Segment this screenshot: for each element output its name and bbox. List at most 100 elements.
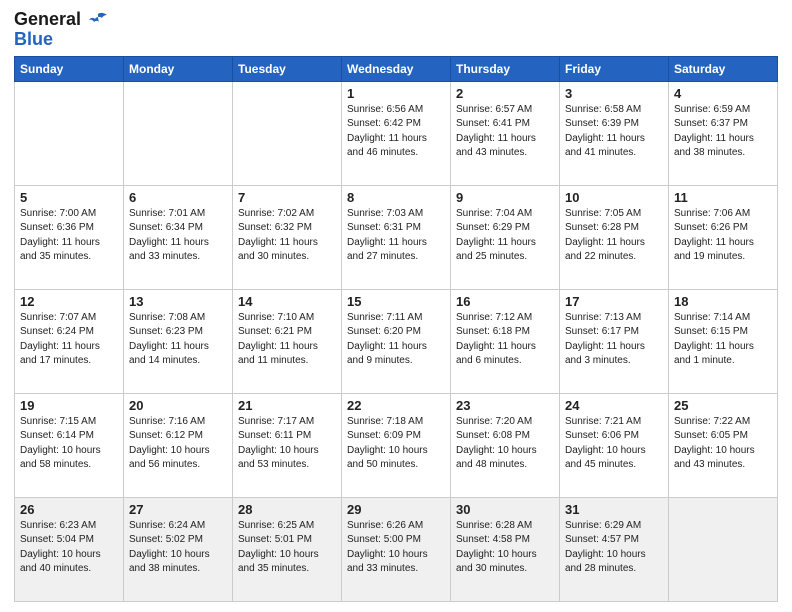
day-number: 19: [20, 398, 118, 413]
day-number: 24: [565, 398, 663, 413]
calendar-cell: 3Sunrise: 6:58 AMSunset: 6:39 PMDaylight…: [560, 81, 669, 185]
calendar-cell: 29 Sunrise: 6:26 AMSunset: 5:00 PMDayligh…: [342, 497, 451, 601]
day-info: Sunrise: 7:14 AMSunset: 6:15 PMDaylight:…: [674, 311, 772, 369]
calendar-week-0: 1Sunrise: 6:56 AMSunset: 6:42 PMDaylight…: [15, 81, 778, 185]
day-number: 4: [674, 86, 772, 101]
day-info: Sunrise: 7:11 AMSunset: 6:20 PMDaylight:…: [347, 311, 445, 369]
logo-bird-icon: [88, 12, 108, 28]
calendar-cell: [669, 497, 778, 601]
day-number: 28: [238, 502, 336, 517]
day-info: Sunrise: 7:03 AMSunset: 6:31 PMDaylight:…: [347, 207, 445, 265]
day-info: Sunrise: 6:26 AMSunset: 5:00 PMDaylight:…: [347, 519, 445, 577]
weekday-header-wednesday: Wednesday: [342, 56, 451, 81]
calendar-cell: 11 Sunrise: 7:06 AMSunset: 6:26 PMDayligh…: [669, 185, 778, 289]
calendar-cell: 24 Sunrise: 7:21 AMSunset: 6:06 PMDayligh…: [560, 393, 669, 497]
weekday-header-saturday: Saturday: [669, 56, 778, 81]
day-info: Sunrise: 6:56 AMSunset: 6:42 PMDaylight:…: [347, 103, 445, 161]
calendar-cell: 30 Sunrise: 6:28 AMSunset: 4:58 PMDayligh…: [451, 497, 560, 601]
calendar-cell: 14 Sunrise: 7:10 AMSunset: 6:21 PMDayligh…: [233, 289, 342, 393]
day-number: 21: [238, 398, 336, 413]
calendar-week-2: 12Sunrise: 7:07 AMSunset: 6:24 PMDayligh…: [15, 289, 778, 393]
calendar-week-1: 5 Sunrise: 7:00 AMSunset: 6:36 PMDaylight…: [15, 185, 778, 289]
day-info: Sunrise: 6:24 AMSunset: 5:02 PMDaylight:…: [129, 519, 227, 577]
calendar-cell: 1Sunrise: 6:56 AMSunset: 6:42 PMDaylight…: [342, 81, 451, 185]
calendar-cell: 9Sunrise: 7:04 AMSunset: 6:29 PMDaylight…: [451, 185, 560, 289]
day-number: 16: [456, 294, 554, 309]
calendar-cell: 16Sunrise: 7:12 AMSunset: 6:18 PMDayligh…: [451, 289, 560, 393]
calendar-cell: 22 Sunrise: 7:18 AMSunset: 6:09 PMDayligh…: [342, 393, 451, 497]
calendar-week-3: 19 Sunrise: 7:15 AMSunset: 6:14 PMDayligh…: [15, 393, 778, 497]
calendar-cell: 20 Sunrise: 7:16 AMSunset: 6:12 PMDayligh…: [124, 393, 233, 497]
day-info: Sunrise: 7:00 AMSunset: 6:36 PMDaylight:…: [20, 207, 118, 265]
page: General Blue SundayMondayTuesdayWednesda…: [0, 0, 792, 612]
calendar-cell: [15, 81, 124, 185]
day-number: 27: [129, 502, 227, 517]
day-info: Sunrise: 7:06 AMSunset: 6:26 PMDaylight:…: [674, 207, 772, 265]
day-number: 14: [238, 294, 336, 309]
day-info: Sunrise: 7:05 AMSunset: 6:28 PMDaylight:…: [565, 207, 663, 265]
calendar-cell: [233, 81, 342, 185]
day-number: 22: [347, 398, 445, 413]
day-info: Sunrise: 6:28 AMSunset: 4:58 PMDaylight:…: [456, 519, 554, 577]
day-info: Sunrise: 6:58 AMSunset: 6:39 PMDaylight:…: [565, 103, 663, 161]
day-info: Sunrise: 7:15 AMSunset: 6:14 PMDaylight:…: [20, 415, 118, 473]
weekday-header-friday: Friday: [560, 56, 669, 81]
day-info: Sunrise: 7:08 AMSunset: 6:23 PMDaylight:…: [129, 311, 227, 369]
day-number: 13: [129, 294, 227, 309]
calendar-cell: 5 Sunrise: 7:00 AMSunset: 6:36 PMDaylight…: [15, 185, 124, 289]
calendar-week-4: 26Sunrise: 6:23 AMSunset: 5:04 PMDayligh…: [15, 497, 778, 601]
day-info: Sunrise: 7:16 AMSunset: 6:12 PMDaylight:…: [129, 415, 227, 473]
day-info: Sunrise: 7:02 AMSunset: 6:32 PMDaylight:…: [238, 207, 336, 265]
header: General Blue: [14, 10, 778, 50]
day-number: 7: [238, 190, 336, 205]
day-info: Sunrise: 7:21 AMSunset: 6:06 PMDaylight:…: [565, 415, 663, 473]
day-number: 15: [347, 294, 445, 309]
day-info: Sunrise: 6:57 AMSunset: 6:41 PMDaylight:…: [456, 103, 554, 161]
day-info: Sunrise: 6:25 AMSunset: 5:01 PMDaylight:…: [238, 519, 336, 577]
calendar-cell: 10 Sunrise: 7:05 AMSunset: 6:28 PMDayligh…: [560, 185, 669, 289]
calendar-cell: 15 Sunrise: 7:11 AMSunset: 6:20 PMDayligh…: [342, 289, 451, 393]
day-info: Sunrise: 7:18 AMSunset: 6:09 PMDaylight:…: [347, 415, 445, 473]
day-info: Sunrise: 7:07 AMSunset: 6:24 PMDaylight:…: [20, 311, 118, 369]
day-info: Sunrise: 7:04 AMSunset: 6:29 PMDaylight:…: [456, 207, 554, 265]
day-number: 31: [565, 502, 663, 517]
calendar-cell: 31 Sunrise: 6:29 AMSunset: 4:57 PMDayligh…: [560, 497, 669, 601]
day-number: 25: [674, 398, 772, 413]
logo: General Blue: [14, 10, 108, 50]
weekday-header-sunday: Sunday: [15, 56, 124, 81]
calendar-cell: 21Sunrise: 7:17 AMSunset: 6:11 PMDayligh…: [233, 393, 342, 497]
day-number: 10: [565, 190, 663, 205]
calendar-cell: 12Sunrise: 7:07 AMSunset: 6:24 PMDayligh…: [15, 289, 124, 393]
calendar-cell: 19 Sunrise: 7:15 AMSunset: 6:14 PMDayligh…: [15, 393, 124, 497]
weekday-header-tuesday: Tuesday: [233, 56, 342, 81]
calendar-cell: 27 Sunrise: 6:24 AMSunset: 5:02 PMDayligh…: [124, 497, 233, 601]
day-number: 29: [347, 502, 445, 517]
calendar-cell: 4 Sunrise: 6:59 AMSunset: 6:37 PMDaylight…: [669, 81, 778, 185]
calendar-cell: 6 Sunrise: 7:01 AMSunset: 6:34 PMDaylight…: [124, 185, 233, 289]
day-number: 6: [129, 190, 227, 205]
day-number: 23: [456, 398, 554, 413]
day-info: Sunrise: 7:10 AMSunset: 6:21 PMDaylight:…: [238, 311, 336, 369]
day-number: 30: [456, 502, 554, 517]
day-number: 8: [347, 190, 445, 205]
day-info: Sunrise: 6:29 AMSunset: 4:57 PMDaylight:…: [565, 519, 663, 577]
day-info: Sunrise: 7:13 AMSunset: 6:17 PMDaylight:…: [565, 311, 663, 369]
weekday-header-monday: Monday: [124, 56, 233, 81]
day-number: 20: [129, 398, 227, 413]
logo-general: General: [14, 10, 108, 30]
day-number: 18: [674, 294, 772, 309]
day-info: Sunrise: 7:20 AMSunset: 6:08 PMDaylight:…: [456, 415, 554, 473]
calendar-cell: 8 Sunrise: 7:03 AMSunset: 6:31 PMDaylight…: [342, 185, 451, 289]
day-info: Sunrise: 6:23 AMSunset: 5:04 PMDaylight:…: [20, 519, 118, 577]
day-info: Sunrise: 6:59 AMSunset: 6:37 PMDaylight:…: [674, 103, 772, 161]
calendar-cell: [124, 81, 233, 185]
day-number: 5: [20, 190, 118, 205]
calendar-cell: 18 Sunrise: 7:14 AMSunset: 6:15 PMDayligh…: [669, 289, 778, 393]
calendar-cell: 25Sunrise: 7:22 AMSunset: 6:05 PMDayligh…: [669, 393, 778, 497]
weekday-header-thursday: Thursday: [451, 56, 560, 81]
logo-blue-text: Blue: [14, 30, 53, 50]
day-info: Sunrise: 7:01 AMSunset: 6:34 PMDaylight:…: [129, 207, 227, 265]
day-number: 11: [674, 190, 772, 205]
weekday-header-row: SundayMondayTuesdayWednesdayThursdayFrid…: [15, 56, 778, 81]
day-number: 17: [565, 294, 663, 309]
